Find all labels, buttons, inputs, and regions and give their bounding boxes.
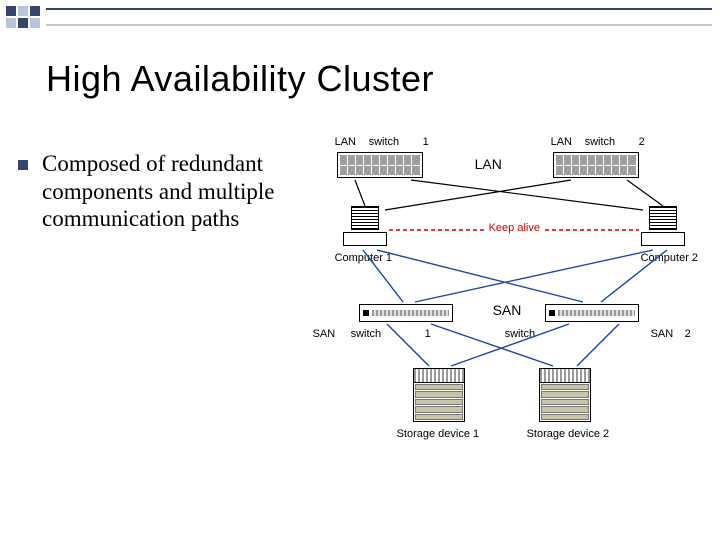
computer-2-label: Computer 2 xyxy=(641,252,698,264)
storage-1 xyxy=(413,368,465,422)
computer-2 xyxy=(641,206,685,248)
bullet-item: Composed of redundant components and mul… xyxy=(18,150,315,233)
slide-title: High Availability Cluster xyxy=(46,58,434,100)
san-switch-2-num: 2 xyxy=(685,328,691,340)
bullet-text: Composed of redundant components and mul… xyxy=(42,150,315,233)
cluster-diagram: LAN switch 1 LAN switch 2 LAN Computer 1… xyxy=(315,150,710,490)
keep-alive-label: Keep alive xyxy=(489,222,540,234)
lan-switch-2-brand: LAN xyxy=(551,136,572,148)
computer-1-label: Computer 1 xyxy=(335,252,392,264)
lan-switch-2 xyxy=(553,152,639,178)
san-switch-1-brand: SAN xyxy=(313,328,336,340)
storage-2 xyxy=(539,368,591,422)
san-switch-2-generic: switch xyxy=(505,328,536,340)
lan-label: LAN xyxy=(475,156,502,172)
lan-switch-1-num: 1 xyxy=(423,136,429,148)
san-switch-1 xyxy=(359,304,453,322)
lan-switch-1-generic: switch xyxy=(369,136,400,148)
lan-switch-1-brand: LAN xyxy=(335,136,356,148)
san-label: SAN xyxy=(493,302,522,318)
san-switch-2 xyxy=(545,304,639,322)
slide-header-decoration xyxy=(0,0,720,36)
bullet-icon xyxy=(18,160,28,170)
storage-2-label: Storage device 2 xyxy=(527,428,610,440)
san-switch-2-brand: SAN xyxy=(651,328,674,340)
computer-1 xyxy=(343,206,387,248)
lan-switch-2-num: 2 xyxy=(639,136,645,148)
san-switch-1-generic: switch xyxy=(351,328,382,340)
san-switch-1-num: 1 xyxy=(425,328,431,340)
storage-1-label: Storage device 1 xyxy=(397,428,480,440)
lan-switch-2-generic: switch xyxy=(585,136,616,148)
lan-switch-1 xyxy=(337,152,423,178)
